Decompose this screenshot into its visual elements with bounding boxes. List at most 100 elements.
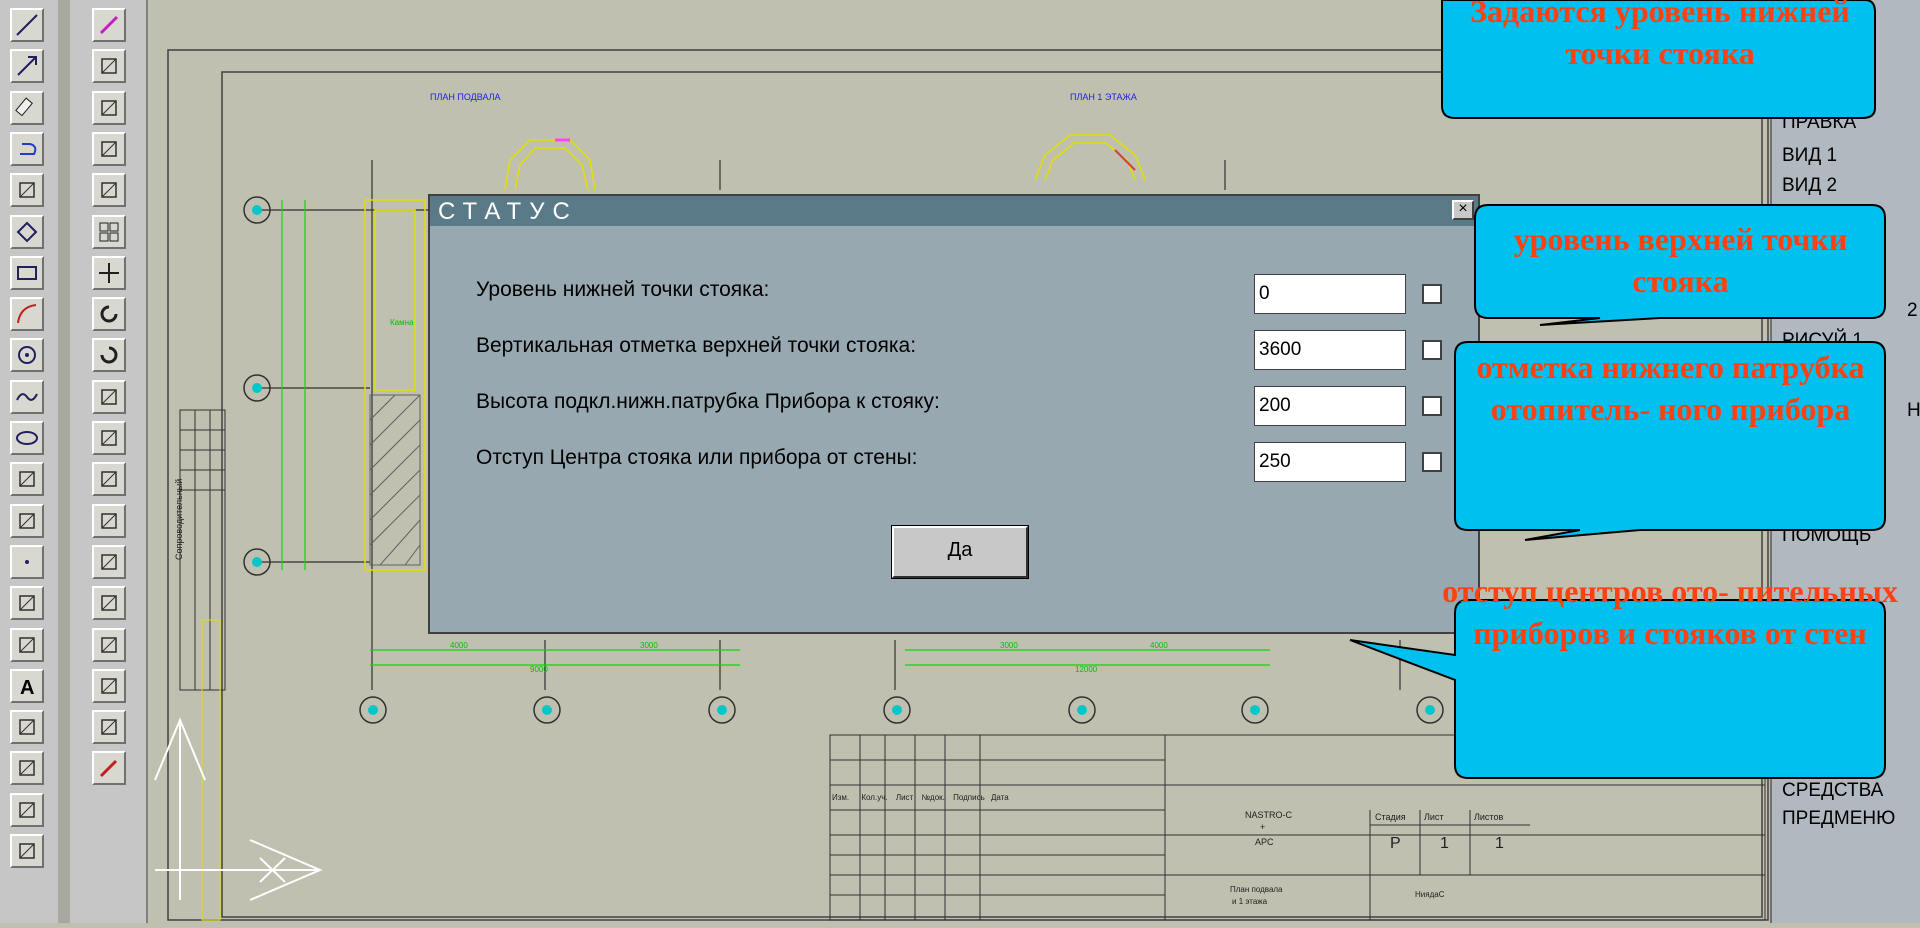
label-top-level: Вертикальная отметка верхней точки стояк… — [476, 334, 917, 357]
circles-tool-button[interactable] — [92, 49, 126, 84]
rectangle-icon — [17, 265, 37, 280]
menu-partial-2[interactable]: 2 — [1907, 300, 1918, 322]
corner-icon — [101, 678, 117, 694]
tb-project: NASTRO-C — [1245, 810, 1293, 820]
bottom-level-input[interactable] — [1254, 274, 1406, 314]
menu-pomosch[interactable]: ПОМОЩЬ — [1782, 525, 1871, 547]
wall-offset-input[interactable] — [1254, 442, 1406, 482]
top-level-input[interactable] — [1254, 330, 1406, 370]
fillet-tool-button[interactable] — [92, 710, 126, 745]
view-arrows — [154, 717, 323, 901]
tag-tool-button[interactable] — [10, 710, 44, 745]
hatch-lines — [369, 394, 421, 566]
offset-frame-icon — [101, 636, 117, 653]
diagonal-line-tool-button[interactable] — [92, 462, 126, 497]
layers-select-icon — [19, 512, 35, 529]
dim-left-total: 9000 — [530, 665, 548, 674]
fillet-icon — [101, 719, 117, 735]
status-dialog: СТАТУС × Уровень нижней точки стояка: Ве… — [428, 194, 1480, 634]
scale-tool-button[interactable] — [92, 379, 126, 414]
tb-sheet: 1 — [1440, 835, 1449, 852]
wave-tool-button[interactable] — [10, 379, 44, 414]
scale-icon — [101, 388, 117, 405]
hand-brush-tool-button[interactable] — [10, 173, 44, 208]
stretch-icon — [101, 430, 117, 446]
eraser-tool-button[interactable] — [10, 90, 44, 125]
title-block — [829, 734, 1766, 921]
stamp-check-tool-button[interactable] — [10, 834, 44, 868]
rectangle-tool-button[interactable] — [10, 255, 44, 290]
offset-tool-button[interactable] — [92, 586, 126, 621]
mirror-tool-button[interactable] — [92, 90, 126, 125]
bottom-level-checkbox[interactable] — [1422, 284, 1442, 304]
menu-partial-n[interactable]: Н — [1907, 400, 1920, 422]
tb-sheets: 1 — [1495, 835, 1504, 852]
top-level-checkbox[interactable] — [1422, 340, 1442, 360]
rotate-icon — [100, 305, 118, 323]
line-tool-button[interactable] — [10, 8, 44, 42]
dialog-title-bar[interactable]: СТАТУС × — [430, 196, 1478, 226]
trim-tool-button[interactable] — [92, 503, 126, 538]
hand-brush-icon — [19, 182, 35, 198]
toolbar-gap — [58, 0, 70, 923]
circle-point-icon — [18, 346, 36, 365]
move-icon — [99, 262, 119, 283]
stamp-icon — [19, 801, 35, 818]
hatch-tool-button[interactable] — [10, 586, 44, 621]
plan-right-title: ПЛАН 1 ЭТАЖА — [1070, 92, 1137, 102]
tb-plan-caption-2: и 1 этажа — [1232, 897, 1268, 906]
tb-apc: APC — [1255, 837, 1274, 847]
menu-predmenu[interactable]: ПРЕДМЕНЮ — [1782, 808, 1895, 830]
dialog-title: СТАТУС — [438, 198, 578, 225]
label-connection-height: Высота подкл.нижн.патрубка Прибора к сто… — [476, 390, 940, 413]
undo-arc-tool-button[interactable] — [10, 131, 44, 166]
pen-tool-button[interactable] — [92, 8, 126, 42]
dim-left-2: 3000 — [640, 641, 658, 650]
dot-tool-button[interactable] — [10, 544, 44, 579]
corner-tool-button[interactable] — [92, 668, 126, 703]
wall-offset-checkbox[interactable] — [1422, 452, 1442, 472]
mirror-rotate-tool-button[interactable] — [92, 131, 126, 166]
frame-tool-button[interactable] — [10, 627, 44, 662]
layers-select-tool-button[interactable] — [10, 503, 44, 538]
move-tool-button[interactable] — [92, 255, 126, 290]
layers-tool-button[interactable] — [10, 462, 44, 497]
label-bottom-level: Уровень нижней точки стояка: — [476, 278, 770, 301]
diamond-icon — [16, 221, 38, 242]
ok-button[interactable]: Да — [891, 525, 1029, 579]
menu-vid1[interactable]: ВИД 1 — [1782, 145, 1837, 167]
menu-sredstva[interactable]: СРЕДСТВА — [1782, 780, 1883, 802]
stack-tool-button[interactable] — [92, 173, 126, 208]
arrow-line-tool-button[interactable] — [10, 49, 44, 84]
close-button[interactable]: × — [1452, 200, 1474, 220]
menu-pravka[interactable]: ПРАВКА — [1782, 112, 1856, 134]
stamp-check-icon — [19, 843, 35, 859]
grid-tool-button[interactable] — [92, 214, 126, 249]
arc-tool-button[interactable] — [10, 297, 44, 332]
tb-headers: Изм. Кол.уч. Лист №док. Подпись Дата — [832, 793, 1009, 802]
explode-tool-button[interactable] — [92, 751, 126, 786]
offset-frame-tool-button[interactable] — [92, 627, 126, 662]
tb-stage: Р — [1390, 835, 1401, 852]
extend-tool-button[interactable] — [92, 544, 126, 579]
offset-icon — [101, 595, 117, 611]
rotate-back-tool-button[interactable] — [92, 338, 126, 373]
text-tool-button[interactable]: A — [10, 668, 44, 703]
diamond-tool-button[interactable] — [10, 214, 44, 249]
diagonal-line-icon — [101, 471, 117, 488]
frame-icon — [19, 636, 35, 653]
menu-vid2[interactable]: ВИД 2 — [1782, 175, 1837, 197]
rotate-tool-button[interactable] — [92, 297, 126, 332]
stamp-strip — [201, 619, 221, 921]
stamp-tool-button[interactable] — [10, 792, 44, 827]
side-label: Сопроводительный — [174, 479, 184, 560]
circle-point-tool-button[interactable] — [10, 338, 44, 373]
ellipse-tool-button[interactable] — [10, 421, 44, 455]
connection-height-input[interactable] — [1254, 386, 1406, 426]
stretch-tool-button[interactable] — [92, 421, 126, 455]
callout-3-text: отметка нижнего патрубка отопитель- ного… — [1476, 349, 1865, 427]
magnet-tool-button[interactable] — [10, 751, 44, 786]
connection-height-checkbox[interactable] — [1422, 396, 1442, 416]
magnet-icon — [19, 760, 35, 777]
line-icon — [16, 14, 38, 36]
